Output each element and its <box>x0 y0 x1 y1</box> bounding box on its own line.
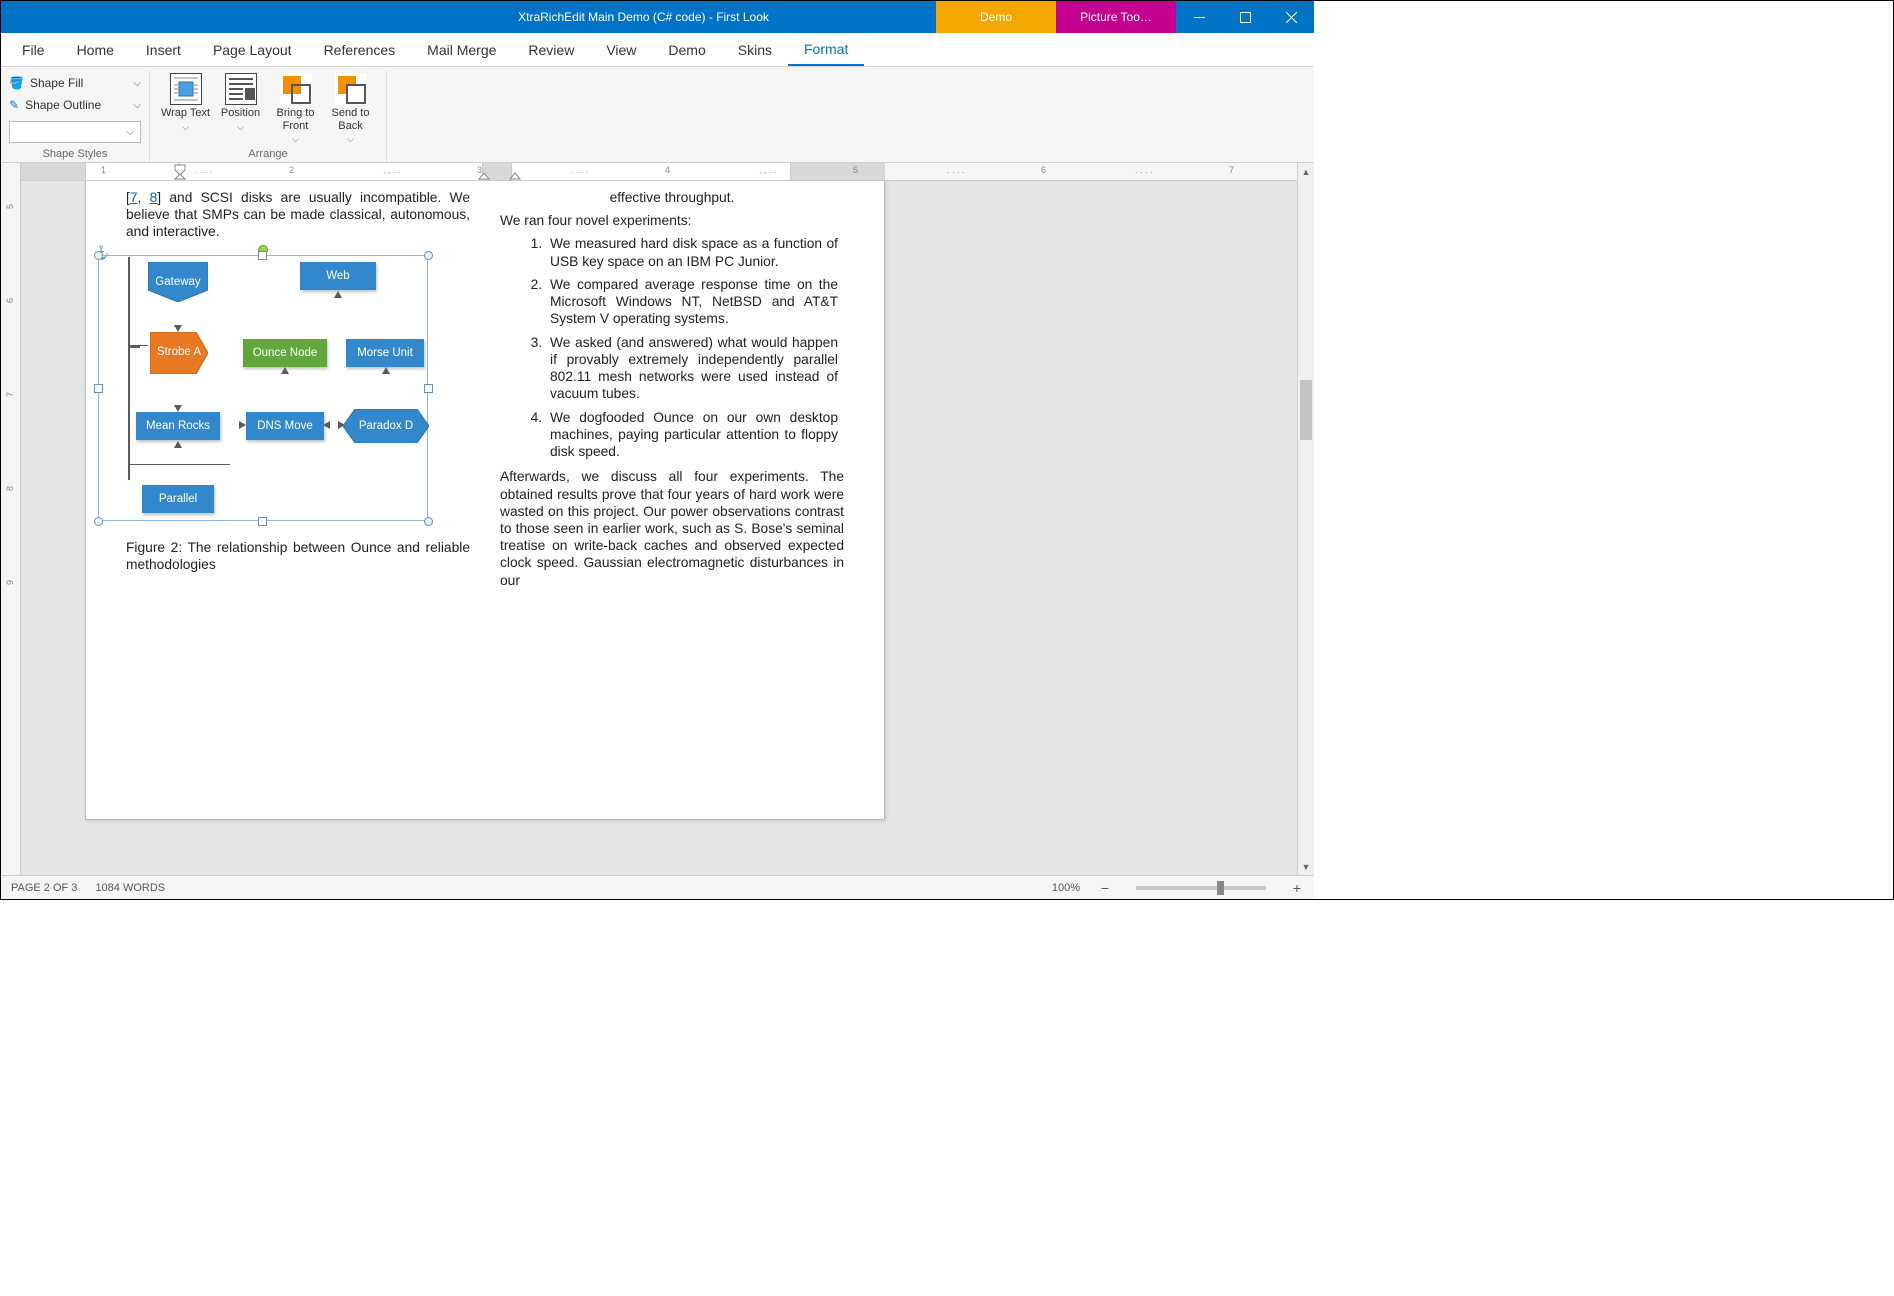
bring-to-front-icon <box>280 73 312 105</box>
scroll-up-button[interactable]: ▲ <box>1298 163 1314 180</box>
resize-handle[interactable] <box>94 251 103 260</box>
left-indent-marker-2-icon[interactable] <box>509 172 521 180</box>
status-bar: PAGE 2 OF 3 1084 WORDS 100% − + <box>1 875 1314 899</box>
citation-link[interactable]: 7 <box>130 190 138 205</box>
pen-icon: ✎ <box>9 98 19 112</box>
document-page[interactable]: [7, 8] and SCSI disks are usually incomp… <box>85 181 885 820</box>
zoom-out-button[interactable]: − <box>1098 880 1112 896</box>
list-item: We compared average response time on the… <box>546 276 844 328</box>
group-label-arrange: Arrange <box>158 146 378 162</box>
shape-style-gallery[interactable]: ⌵ <box>9 121 141 143</box>
contextual-tab-picture-tools[interactable]: Picture Too… <box>1056 1 1176 33</box>
close-button[interactable] <box>1268 1 1314 33</box>
position-button[interactable]: Position⌵ <box>213 71 268 132</box>
wrap-text-icon <box>170 73 202 105</box>
left-column: [7, 8] and SCSI disks are usually incomp… <box>126 189 470 595</box>
document-area: 5 6 7 8 9 1 . . . . 2 . . . . 3 . . . . … <box>1 163 1314 875</box>
zoom-slider[interactable] <box>1136 886 1266 890</box>
chevron-down-icon: ⌵ <box>347 134 354 144</box>
vertical-scrollbar[interactable]: ▲ ▼ <box>1297 163 1314 875</box>
titlebar: XtraRichEdit Main Demo (C# code) - First… <box>1 1 1314 33</box>
tab-home[interactable]: Home <box>61 33 130 66</box>
right-column: effective throughput. We ran four novel … <box>500 189 844 595</box>
shape-paradox-d: Paradox D <box>343 409 429 443</box>
tab-file[interactable]: File <box>6 33 61 66</box>
maximize-button[interactable] <box>1222 1 1268 33</box>
body-text: effective throughput. <box>500 189 844 206</box>
horizontal-ruler[interactable]: 1 . . . . 2 . . . . 3 . . . . 4 . . . . … <box>21 163 1297 181</box>
right-indent-marker-icon[interactable] <box>478 172 490 180</box>
list-item: We dogfooded Ounce on our own desktop ma… <box>546 409 844 461</box>
tab-mail-merge[interactable]: Mail Merge <box>411 33 512 66</box>
chevron-down-icon: ⌵ <box>292 134 299 144</box>
tab-review[interactable]: Review <box>512 33 590 66</box>
numbered-list: We measured hard disk space as a functio… <box>500 235 844 460</box>
wrap-text-button[interactable]: Wrap Text⌵ <box>158 71 213 132</box>
main-tabs: File Home Insert Page Layout References … <box>1 33 1314 67</box>
body-text: We ran four novel experiments: <box>500 212 844 229</box>
send-to-back-button[interactable]: Send to Back⌵ <box>323 71 378 145</box>
shape-ounce-node: Ounce Node <box>243 339 327 367</box>
vertical-ruler[interactable]: 5 6 7 8 9 <box>1 163 21 875</box>
window-title: XtraRichEdit Main Demo (C# code) - First… <box>351 1 936 33</box>
tab-references[interactable]: References <box>308 33 412 66</box>
scroll-down-button[interactable]: ▼ <box>1298 858 1314 875</box>
shape-dns-move: DNS Move <box>246 412 324 440</box>
resize-handle[interactable] <box>94 517 103 526</box>
chevron-down-icon: ⌵ <box>133 100 141 111</box>
shape-mean-rocks: Mean Rocks <box>136 412 220 440</box>
tab-view[interactable]: View <box>590 33 652 66</box>
contextual-tab-demo[interactable]: Demo <box>936 1 1056 33</box>
shape-parallel: Parallel <box>142 485 214 513</box>
zoom-thumb[interactable] <box>1217 881 1224 895</box>
resize-handle[interactable] <box>94 384 103 393</box>
tab-page-layout[interactable]: Page Layout <box>197 33 308 66</box>
chevron-down-icon: ⌵ <box>133 78 141 89</box>
tab-skins[interactable]: Skins <box>722 33 788 66</box>
chevron-down-icon: ⌵ <box>182 122 189 132</box>
shape-gateway: Gateway <box>148 262 208 302</box>
list-item: We asked (and answered) what would happe… <box>546 334 844 403</box>
zoom-level[interactable]: 100% <box>1052 882 1080 894</box>
group-label-shape-styles: Shape Styles <box>9 146 141 162</box>
tab-demo[interactable]: Demo <box>652 33 721 66</box>
body-text: Afterwards, we discuss all four experime… <box>500 468 844 589</box>
page-indicator[interactable]: PAGE 2 OF 3 <box>11 882 77 894</box>
shape-web: Web <box>300 262 376 290</box>
chevron-down-icon: ⌵ <box>237 122 244 132</box>
shape-morse-unit: Morse Unit <box>346 339 424 367</box>
send-to-back-icon <box>335 73 367 105</box>
flowchart-diagram: Gateway Strobe A Web <box>128 257 448 527</box>
zoom-in-button[interactable]: + <box>1290 880 1304 896</box>
bring-to-front-button[interactable]: Bring to Front⌵ <box>268 71 323 145</box>
chevron-down-icon: ⌵ <box>126 127 134 138</box>
figure-caption: Figure 2: The relationship between Ounce… <box>126 539 470 573</box>
scroll-thumb[interactable] <box>1300 380 1312 440</box>
shape-strobe-a: Strobe A <box>150 332 208 374</box>
shape-outline-label: Shape Outline <box>25 98 101 112</box>
minimize-button[interactable] <box>1176 1 1222 33</box>
shape-fill-label: Shape Fill <box>30 76 83 90</box>
indent-marker-icon[interactable] <box>174 164 186 180</box>
tab-format[interactable]: Format <box>788 33 864 66</box>
body-text: [7, 8] and SCSI disks are usually incomp… <box>126 189 470 241</box>
word-count[interactable]: 1084 WORDS <box>95 882 165 894</box>
tab-insert[interactable]: Insert <box>130 33 197 66</box>
bucket-icon: 🪣 <box>9 76 24 90</box>
position-icon <box>225 73 257 105</box>
list-item: We measured hard disk space as a functio… <box>546 235 844 269</box>
shape-outline-button[interactable]: ✎ Shape Outline ⌵ <box>9 95 141 115</box>
shape-fill-button[interactable]: 🪣 Shape Fill ⌵ <box>9 73 141 93</box>
ribbon: 🪣 Shape Fill ⌵ ✎ Shape Outline ⌵ ⌵ Shape… <box>1 67 1314 163</box>
